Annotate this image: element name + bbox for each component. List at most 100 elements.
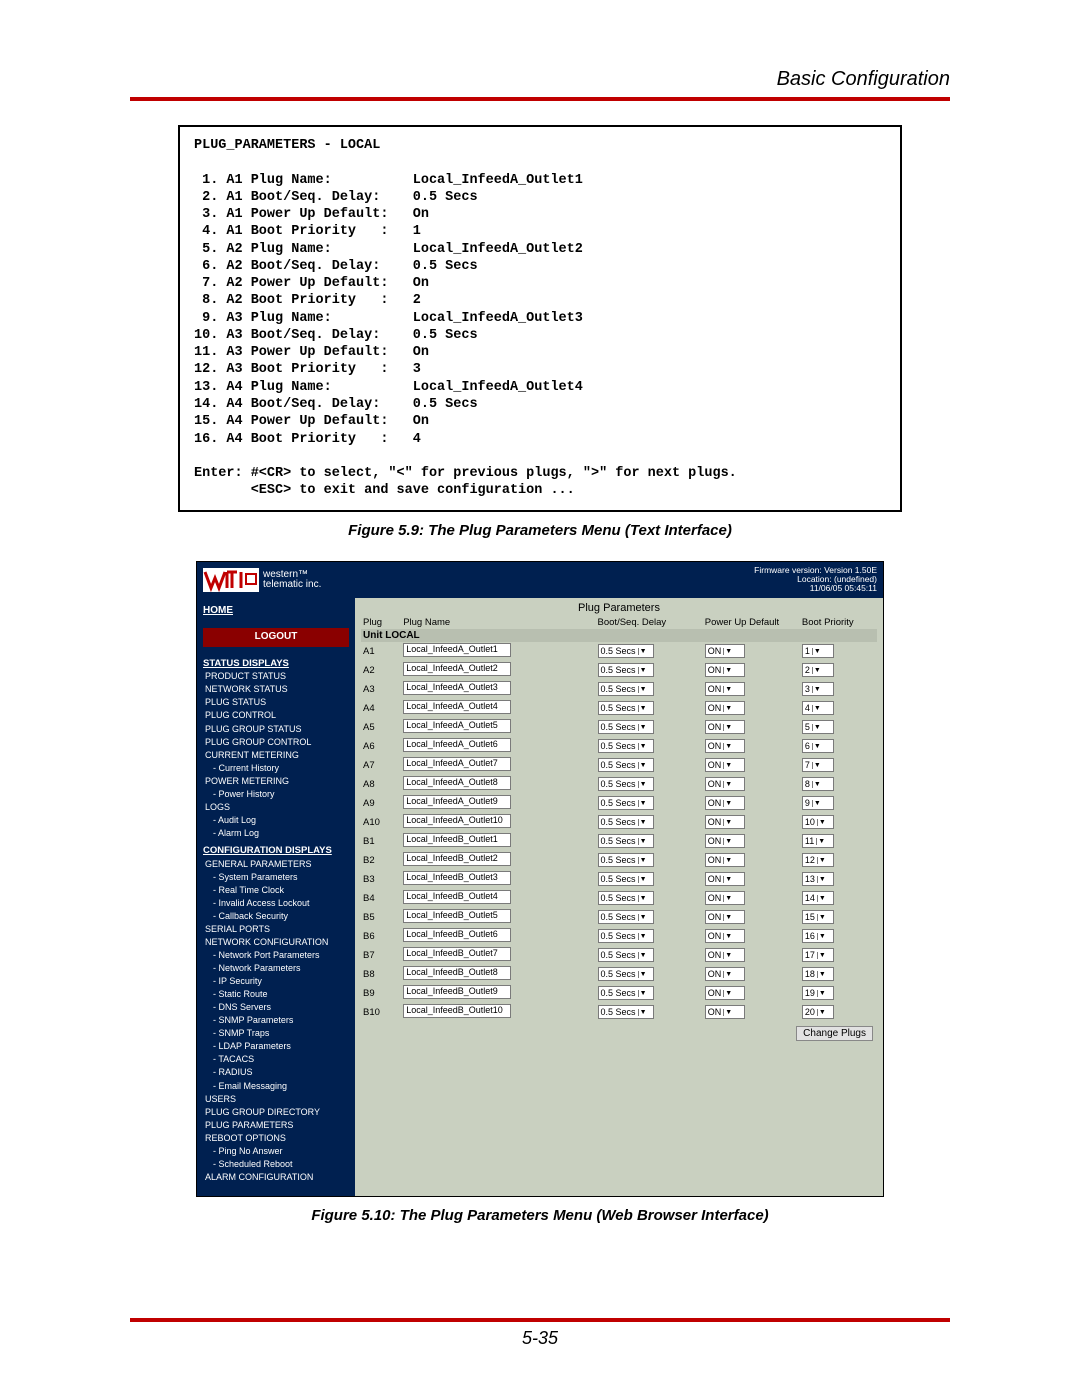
select-field[interactable]: 0.5 Secs▼ bbox=[598, 815, 654, 829]
select-field[interactable]: ON▼ bbox=[705, 777, 745, 791]
nav-item[interactable]: PLUG PARAMETERS bbox=[203, 1119, 349, 1132]
select-field[interactable]: 0.5 Secs▼ bbox=[598, 986, 654, 1000]
nav-sub[interactable]: - SNMP Parameters bbox=[203, 1014, 349, 1027]
select-field[interactable]: 6▼ bbox=[802, 739, 834, 753]
nav-item[interactable]: PLUG CONTROL bbox=[203, 709, 349, 722]
select-field[interactable]: 0.5 Secs▼ bbox=[598, 739, 654, 753]
nav-sub[interactable]: - SNMP Traps bbox=[203, 1027, 349, 1040]
nav-sub[interactable]: - System Parameters bbox=[203, 871, 349, 884]
nav-sub[interactable]: - Network Parameters bbox=[203, 962, 349, 975]
nav-item[interactable]: PRODUCT STATUS bbox=[203, 670, 349, 683]
select-field[interactable]: ON▼ bbox=[705, 701, 745, 715]
select-field[interactable]: 1▼ bbox=[802, 644, 834, 658]
nav-sub[interactable]: - Current History bbox=[203, 762, 349, 775]
select-field[interactable]: 10▼ bbox=[802, 815, 834, 829]
select-field[interactable]: 0.5 Secs▼ bbox=[598, 777, 654, 791]
text-field[interactable]: Local_InfeedA_Outlet3 bbox=[403, 681, 511, 695]
logout-button[interactable]: LOGOUT bbox=[203, 628, 349, 647]
text-field[interactable]: Local_InfeedA_Outlet4 bbox=[403, 700, 511, 714]
select-field[interactable]: ON▼ bbox=[705, 739, 745, 753]
nav-item[interactable]: PLUG GROUP STATUS bbox=[203, 723, 349, 736]
select-field[interactable]: ON▼ bbox=[705, 834, 745, 848]
select-field[interactable]: 0.5 Secs▼ bbox=[598, 891, 654, 905]
select-field[interactable]: 0.5 Secs▼ bbox=[598, 834, 654, 848]
nav-sub[interactable]: - IP Security bbox=[203, 975, 349, 988]
select-field[interactable]: ON▼ bbox=[705, 720, 745, 734]
nav-sub[interactable]: - TACACS bbox=[203, 1053, 349, 1066]
select-field[interactable]: 0.5 Secs▼ bbox=[598, 682, 654, 696]
text-field[interactable]: Local_InfeedB_Outlet7 bbox=[403, 947, 511, 961]
select-field[interactable]: 0.5 Secs▼ bbox=[598, 853, 654, 867]
nav-item[interactable]: NETWORK STATUS bbox=[203, 683, 349, 696]
change-plugs-button[interactable]: Change Plugs bbox=[796, 1026, 873, 1041]
select-field[interactable]: ON▼ bbox=[705, 948, 745, 962]
select-field[interactable]: 7▼ bbox=[802, 758, 834, 772]
text-field[interactable]: Local_InfeedB_Outlet4 bbox=[403, 890, 511, 904]
text-field[interactable]: Local_InfeedB_Outlet2 bbox=[403, 852, 511, 866]
select-field[interactable]: ON▼ bbox=[705, 663, 745, 677]
nav-item[interactable]: POWER METERING bbox=[203, 775, 349, 788]
text-field[interactable]: Local_InfeedA_Outlet6 bbox=[403, 738, 511, 752]
select-field[interactable]: ON▼ bbox=[705, 1005, 745, 1019]
nav-item[interactable]: NETWORK CONFIGURATION bbox=[203, 936, 349, 949]
select-field[interactable]: 0.5 Secs▼ bbox=[598, 758, 654, 772]
select-field[interactable]: 11▼ bbox=[802, 834, 834, 848]
select-field[interactable]: ON▼ bbox=[705, 758, 745, 772]
select-field[interactable]: 15▼ bbox=[802, 910, 834, 924]
nav-item[interactable]: GENERAL PARAMETERS bbox=[203, 858, 349, 871]
text-field[interactable]: Local_InfeedB_Outlet9 bbox=[403, 985, 511, 999]
nav-item[interactable]: LOGS bbox=[203, 801, 349, 814]
nav-sub[interactable]: - Email Messaging bbox=[203, 1080, 349, 1093]
text-field[interactable]: Local_InfeedA_Outlet7 bbox=[403, 757, 511, 771]
text-field[interactable]: Local_InfeedB_Outlet1 bbox=[403, 833, 511, 847]
text-field[interactable]: Local_InfeedB_Outlet3 bbox=[403, 871, 511, 885]
select-field[interactable]: 20▼ bbox=[802, 1005, 834, 1019]
select-field[interactable]: ON▼ bbox=[705, 910, 745, 924]
select-field[interactable]: 0.5 Secs▼ bbox=[598, 720, 654, 734]
nav-sub[interactable]: - Static Route bbox=[203, 988, 349, 1001]
select-field[interactable]: 19▼ bbox=[802, 986, 834, 1000]
select-field[interactable]: 17▼ bbox=[802, 948, 834, 962]
select-field[interactable]: 12▼ bbox=[802, 853, 834, 867]
nav-sub[interactable]: - Callback Security bbox=[203, 910, 349, 923]
select-field[interactable]: 4▼ bbox=[802, 701, 834, 715]
select-field[interactable]: ON▼ bbox=[705, 853, 745, 867]
select-field[interactable]: 0.5 Secs▼ bbox=[598, 929, 654, 943]
select-field[interactable]: 0.5 Secs▼ bbox=[598, 872, 654, 886]
select-field[interactable]: 0.5 Secs▼ bbox=[598, 701, 654, 715]
select-field[interactable]: ON▼ bbox=[705, 986, 745, 1000]
text-field[interactable]: Local_InfeedB_Outlet8 bbox=[403, 966, 511, 980]
select-field[interactable]: 13▼ bbox=[802, 872, 834, 886]
nav-sub[interactable]: - LDAP Parameters bbox=[203, 1040, 349, 1053]
text-field[interactable]: Local_InfeedA_Outlet8 bbox=[403, 776, 511, 790]
nav-sub[interactable]: - Alarm Log bbox=[203, 827, 349, 840]
nav-sub[interactable]: - Network Port Parameters bbox=[203, 949, 349, 962]
nav-sub[interactable]: - RADIUS bbox=[203, 1066, 349, 1079]
select-field[interactable]: 8▼ bbox=[802, 777, 834, 791]
nav-item[interactable]: REBOOT OPTIONS bbox=[203, 1132, 349, 1145]
nav-sub[interactable]: - Audit Log bbox=[203, 814, 349, 827]
select-field[interactable]: 3▼ bbox=[802, 682, 834, 696]
text-field[interactable]: Local_InfeedA_Outlet5 bbox=[403, 719, 511, 733]
select-field[interactable]: 5▼ bbox=[802, 720, 834, 734]
select-field[interactable]: 0.5 Secs▼ bbox=[598, 644, 654, 658]
select-field[interactable]: 16▼ bbox=[802, 929, 834, 943]
select-field[interactable]: ON▼ bbox=[705, 796, 745, 810]
text-field[interactable]: Local_InfeedA_Outlet10 bbox=[403, 814, 511, 828]
text-field[interactable]: Local_InfeedA_Outlet2 bbox=[403, 662, 511, 676]
nav-sub[interactable]: - Ping No Answer bbox=[203, 1145, 349, 1158]
text-field[interactable]: Local_InfeedB_Outlet5 bbox=[403, 909, 511, 923]
nav-item[interactable]: PLUG GROUP CONTROL bbox=[203, 736, 349, 749]
select-field[interactable]: 0.5 Secs▼ bbox=[598, 948, 654, 962]
nav-sub[interactable]: - Invalid Access Lockout bbox=[203, 897, 349, 910]
nav-sub[interactable]: - DNS Servers bbox=[203, 1001, 349, 1014]
nav-item[interactable]: ALARM CONFIGURATION bbox=[203, 1171, 349, 1184]
nav-item[interactable]: PLUG STATUS bbox=[203, 696, 349, 709]
select-field[interactable]: ON▼ bbox=[705, 682, 745, 696]
nav-item[interactable]: SERIAL PORTS bbox=[203, 923, 349, 936]
nav-sub[interactable]: - Real Time Clock bbox=[203, 884, 349, 897]
nav-item[interactable]: CURRENT METERING bbox=[203, 749, 349, 762]
select-field[interactable]: ON▼ bbox=[705, 967, 745, 981]
select-field[interactable]: 0.5 Secs▼ bbox=[598, 796, 654, 810]
text-field[interactable]: Local_InfeedA_Outlet9 bbox=[403, 795, 511, 809]
